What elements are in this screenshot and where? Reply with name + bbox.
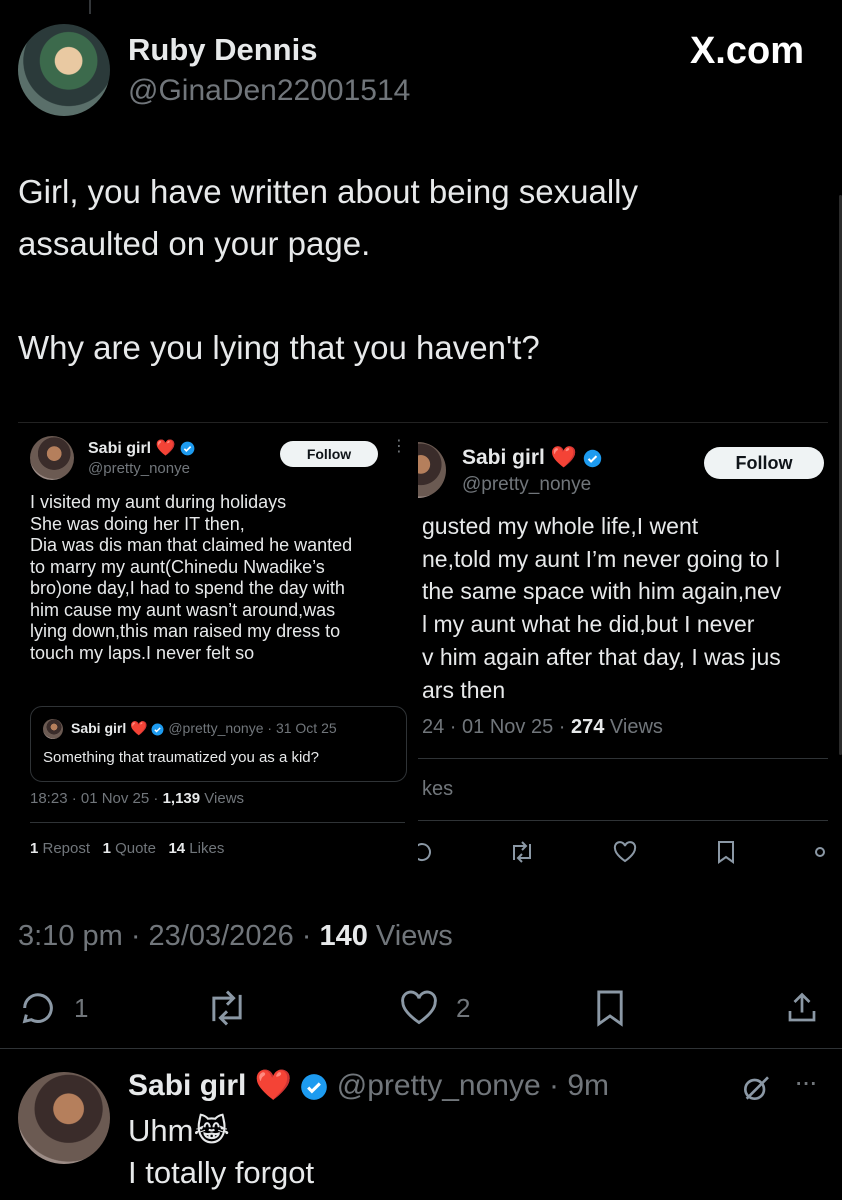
- views-label: Views: [604, 716, 663, 738]
- views-label: Views: [200, 790, 245, 807]
- screenshot-right[interactable]: Sabi girl ❤️ @pretty_nonye Follow gusted…: [418, 422, 828, 880]
- avatar: [43, 719, 63, 739]
- like-count[interactable]: 2: [456, 993, 470, 1024]
- card-top-border: [18, 422, 418, 423]
- tweet-timestamp: 18:23 · 01 Nov 25 · 1,139 Views: [30, 790, 244, 807]
- heart-emoji: ❤️: [254, 1069, 293, 1102]
- tweet-body: gusted my whole life,I went ne,told my a…: [422, 510, 828, 706]
- tweet-timestamp: 24 · 01 Nov 25 · 274 Views: [422, 716, 663, 739]
- tweet-line: gusted my whole life,I went: [422, 513, 699, 539]
- verified-icon: [180, 441, 195, 456]
- section-divider: [0, 1048, 842, 1049]
- stats-divider: [418, 758, 828, 759]
- share-icon[interactable]: [814, 846, 826, 858]
- stats-divider: [30, 822, 405, 823]
- verified-icon: [151, 723, 164, 736]
- tweet-line: She was doing her IT then,: [30, 513, 245, 534]
- tweet-body: I visited my aunt during holidays She wa…: [30, 492, 418, 664]
- repost-icon[interactable]: [508, 840, 536, 864]
- repost-icon[interactable]: [204, 988, 250, 1028]
- quoted-text: Something that traumatized you as a kid?: [43, 749, 319, 766]
- reply-icon[interactable]: [18, 988, 58, 1028]
- grok-icon[interactable]: [740, 1072, 772, 1104]
- timestamp: 3:10 pm · 23/03/2026 ·: [18, 920, 320, 952]
- heart-emoji: ❤️: [130, 720, 148, 736]
- author-handle[interactable]: @GinaDen22001514: [128, 74, 410, 108]
- avatar[interactable]: [30, 436, 74, 480]
- views-count: 140: [319, 920, 368, 952]
- follow-button[interactable]: Follow: [280, 441, 378, 467]
- quoted-tweet[interactable]: Sabi girl ❤️ @pretty_nonye · 31 Oct 25 S…: [30, 706, 407, 782]
- tweet-line: l my aunt what he did,but I never: [422, 611, 755, 638]
- bookmark-icon[interactable]: [594, 988, 626, 1028]
- views-count: 1,139: [162, 790, 201, 807]
- author-name[interactable]: Ruby Dennis: [128, 32, 317, 68]
- author-handle[interactable]: @pretty_nonye: [462, 474, 591, 496]
- reply-text: Uhm: [128, 1113, 194, 1148]
- author-name[interactable]: Sabi girl: [462, 446, 545, 469]
- heart-emoji: ❤️: [155, 440, 176, 457]
- quoted-author-row: Sabi girl ❤️ @pretty_nonye · 31 Oct 25: [71, 720, 337, 737]
- thread-line: [89, 0, 91, 14]
- tweet-line: I visited my aunt during holidays: [30, 492, 287, 512]
- screenshot-left[interactable]: Sabi girl ❤️ @pretty_nonye Follow ⋮ I vi…: [18, 422, 418, 880]
- tweet-timestamp: 3:10 pm · 23/03/2026 · 140 Views: [18, 920, 453, 953]
- more-icon[interactable]: ···: [794, 1066, 818, 1098]
- reply-count[interactable]: 1: [74, 993, 88, 1024]
- card-top-border: [418, 422, 828, 423]
- heart-emoji: ❤️: [550, 446, 577, 469]
- reply-author-row: Sabi girl ❤️ @pretty_nonye · 9m: [128, 1068, 609, 1103]
- tweet-line: lying down,this man raised my dress to: [30, 621, 341, 641]
- reply-icon[interactable]: [418, 840, 434, 864]
- tweet-text-line: Girl, you have written about being sexua…: [18, 173, 639, 210]
- likes-count[interactable]: 14: [168, 840, 185, 857]
- author-row: Sabi girl ❤️: [462, 446, 602, 470]
- tweet-line: him cause my aunt wasn’t around,was: [30, 599, 336, 620]
- avatar[interactable]: [18, 1072, 110, 1164]
- author-row: Sabi girl ❤️: [88, 438, 195, 458]
- tweet-line: bro)one day,I had to spend the day with: [30, 578, 345, 598]
- like-icon[interactable]: [612, 840, 638, 864]
- like-icon[interactable]: [398, 988, 440, 1028]
- share-icon[interactable]: [784, 988, 820, 1028]
- tweet-text-line: assaulted on your page.: [18, 225, 371, 262]
- reply-age: · 9m: [549, 1069, 609, 1102]
- author-handle[interactable]: @pretty_nonye: [88, 460, 190, 477]
- views-count: 274: [570, 716, 605, 738]
- tweet-line: Dia was dis man that claimed he wanted: [30, 535, 353, 555]
- quoted-author-name: Sabi girl: [71, 720, 127, 736]
- bookmark-icon[interactable]: [716, 840, 736, 864]
- quoted-meta: @pretty_nonye · 31 Oct 25: [168, 720, 337, 736]
- actions-divider: [418, 820, 828, 821]
- tweet-line: ars then: [422, 676, 506, 703]
- likes-fragment[interactable]: kes: [422, 778, 453, 801]
- author-handle[interactable]: @pretty_nonye: [337, 1069, 541, 1102]
- verified-icon: [583, 449, 602, 468]
- tweet-line: v him again after that day, I was jus: [422, 643, 781, 670]
- reposts-label[interactable]: Repost: [38, 840, 91, 857]
- timestamp: 18:23 · 01 Nov 25 ·: [30, 790, 163, 807]
- tweet-line: the same space with him again,nev: [422, 578, 782, 605]
- avatar[interactable]: [18, 24, 110, 116]
- avatar[interactable]: [418, 442, 446, 498]
- timestamp: 24 · 01 Nov 25 ·: [422, 716, 571, 738]
- quotes-label[interactable]: Quote: [111, 840, 156, 857]
- tweet-stats: 1 Repost 1 Quote 14 Likes: [30, 840, 224, 857]
- reply-text-line: Uhm😹: [128, 1110, 230, 1152]
- views-label: Views: [367, 920, 453, 952]
- author-name[interactable]: Sabi girl: [128, 1069, 246, 1102]
- author-name[interactable]: Sabi girl: [88, 440, 151, 457]
- tweet-line: touch my laps.I never felt so: [30, 642, 255, 663]
- more-icon[interactable]: ⋮: [391, 439, 407, 455]
- likes-label[interactable]: Likes: [185, 840, 224, 857]
- tweet-line: to marry my aunt(Chinedu Nwadike’s: [30, 556, 325, 577]
- brand-logo: X.com: [689, 30, 804, 72]
- quotes-count[interactable]: 1: [103, 840, 111, 857]
- tweet-text-line: Why are you lying that you haven't?: [18, 329, 540, 366]
- laughing-cat-emoji: 😹: [193, 1113, 230, 1148]
- follow-button[interactable]: Follow: [704, 447, 824, 479]
- verified-icon: [300, 1073, 328, 1101]
- reply-text-line: I totally forgot: [128, 1155, 315, 1190]
- tweet-line: ne,told my aunt I’m never going to l: [422, 545, 780, 572]
